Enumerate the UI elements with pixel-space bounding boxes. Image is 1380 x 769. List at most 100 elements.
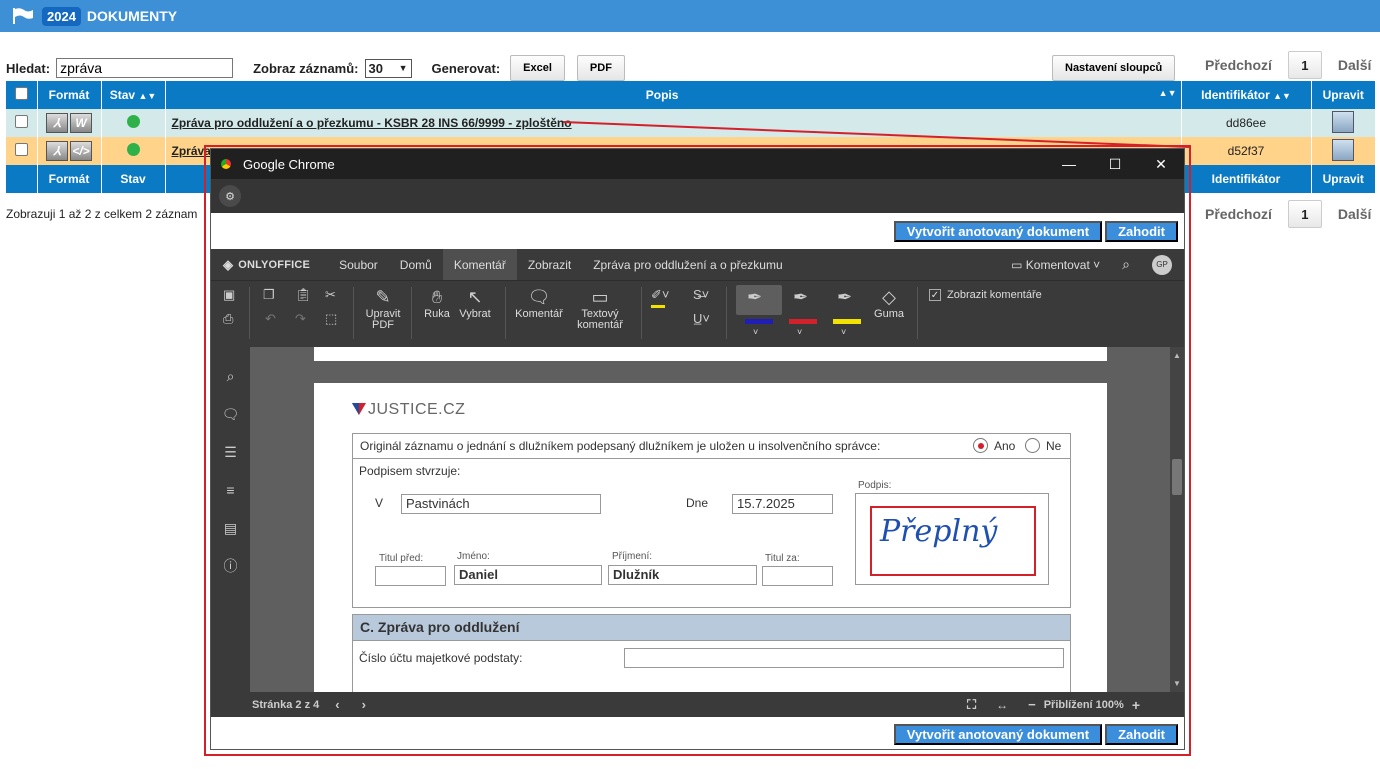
tab-comment[interactable]: Komentář [442, 249, 517, 280]
edit-pdf-button[interactable]: ✎ Upravit PDF [363, 285, 403, 331]
name-field[interactable]: Daniel [454, 565, 602, 585]
status-header[interactable]: Stav ▲▼ [101, 81, 166, 109]
pen-yellow-swatch [833, 319, 861, 324]
document-link[interactable]: Zpráva pro oddlužení a o přezkumu - KSBR… [165, 109, 1182, 137]
prev-page-icon[interactable]: ‹ [335, 697, 339, 712]
search-input[interactable] [56, 58, 234, 78]
radio-yes[interactable]: Ano [973, 438, 1015, 453]
redo-icon[interactable]: ↷ [295, 311, 306, 327]
tab-view[interactable]: Zobrazit [517, 249, 582, 280]
scroll-thumb[interactable] [1172, 459, 1182, 495]
format-cell: ⅄ W [37, 109, 102, 137]
format-header[interactable]: Formát [37, 81, 102, 109]
zoom-out-icon[interactable]: − [1028, 697, 1036, 712]
desc-header[interactable]: Popis ▲▼ [165, 81, 1182, 109]
radio-no[interactable]: Ne [1025, 438, 1061, 453]
next-page-button[interactable]: Další [1338, 206, 1371, 222]
pdf-icon[interactable]: ⅄ [46, 141, 68, 161]
chevron-down-icon[interactable]: ˅ [753, 327, 758, 338]
app-header: 2024 DOKUMENTY [0, 0, 1380, 32]
show-comments-toggle[interactable]: ✓ Zobrazit komentáře [929, 289, 1042, 301]
fit-width-icon[interactable]: ↔ [996, 698, 1008, 712]
title-after-field[interactable] [762, 566, 833, 586]
comment-mode-dropdown[interactable]: ▭ Komentovat ˅ [1011, 258, 1100, 272]
id-header[interactable]: Identifikátor ▲▼ [1181, 81, 1312, 109]
print-icon[interactable]: ⎙ [223, 311, 233, 327]
chevron-down-icon[interactable]: ˅ [841, 327, 846, 338]
row-checkbox[interactable] [14, 115, 28, 128]
search-icon[interactable]: ⌕ [211, 357, 250, 395]
xml-icon[interactable]: </> [70, 141, 92, 161]
eraser-button[interactable]: ◇ Guma [873, 285, 905, 320]
surname-field[interactable]: Dlužník [608, 565, 757, 585]
create-annotated-button[interactable]: Vytvořit anotovaný dokument [893, 220, 1103, 242]
page-number-button[interactable]: 1 [1287, 51, 1322, 79]
create-annotated-button[interactable]: Vytvořit anotovaný dokument [893, 723, 1103, 745]
hand-edit-icon[interactable] [1332, 138, 1355, 161]
highlight-icon[interactable]: ✐˅ [651, 287, 669, 303]
justice-brand: JUSTICE.CZ [368, 401, 466, 418]
excel-button[interactable]: Excel [510, 55, 565, 81]
pdf-button[interactable]: PDF [576, 55, 625, 81]
strikethrough-icon[interactable]: S̶˅ [693, 287, 709, 303]
page-size-select[interactable]: 30 ▼ [364, 58, 412, 78]
scroll-up-icon[interactable]: ▲ [1173, 351, 1181, 360]
title-before-field[interactable] [375, 566, 446, 586]
prev-page-button[interactable]: Předchozí [1205, 206, 1272, 222]
chat-icon[interactable]: ☰ [211, 433, 250, 471]
pen-yellow-button[interactable]: ✒ [837, 285, 852, 309]
save-icon[interactable]: ▣ [223, 287, 235, 303]
add-comment-button[interactable]: 🗨︎ Komentář [513, 285, 565, 320]
vertical-scrollbar[interactable]: ▲ ▼ [1170, 347, 1184, 692]
table-row[interactable]: ⅄ W Zpráva pro oddlužení a o přezkumu - K… [6, 109, 1375, 137]
hand-edit-icon[interactable] [1332, 110, 1355, 133]
search-icon[interactable]: ⌕ [1122, 256, 1130, 273]
discard-button[interactable]: Zahodit [1105, 723, 1178, 745]
avatar[interactable]: GP [1152, 254, 1172, 275]
zoom-in-icon[interactable]: + [1132, 697, 1140, 713]
pdf-icon[interactable]: ⅄ [46, 113, 68, 133]
word-icon[interactable]: W [70, 113, 92, 133]
chevron-down-icon[interactable]: ˅ [797, 327, 802, 338]
window-titlebar: Google Chrome — ☐ ✕ [211, 149, 1184, 179]
copy-icon[interactable]: ❐ [263, 287, 275, 303]
next-page-button[interactable]: Další [1338, 57, 1371, 73]
cut-icon[interactable]: ✂ [325, 287, 336, 303]
info-icon[interactable]: ⓘ [211, 547, 250, 585]
comments-icon[interactable]: 🗨︎ [211, 395, 250, 433]
column-settings-button[interactable]: Nastavení sloupců [1052, 55, 1176, 81]
underline-icon[interactable]: U̲˅ [693, 311, 710, 327]
tab-file[interactable]: Soubor [328, 249, 389, 280]
select-all-icon[interactable]: ⬚ [325, 311, 337, 327]
hand-tool-button[interactable]: ✋︎ Ruka [421, 285, 453, 320]
signature-ink: Přeplný [880, 514, 998, 549]
undo-icon[interactable]: ↶ [265, 311, 276, 327]
close-icon[interactable]: ✕ [1138, 156, 1184, 173]
outline-icon[interactable]: ≡ [211, 471, 250, 509]
account-field[interactable] [624, 648, 1064, 668]
discard-button[interactable]: Zahodit [1105, 220, 1178, 242]
page-number-button[interactable]: 1 [1287, 200, 1322, 228]
prev-page-button[interactable]: Předchozí [1205, 57, 1272, 73]
footer-cell [6, 165, 38, 193]
section-c-header: C. Zpráva pro oddlužení [352, 614, 1071, 641]
place-field[interactable]: Pastvinách [401, 494, 601, 514]
tab-home[interactable]: Domů [389, 249, 443, 280]
chrome-window: Google Chrome — ☐ ✕ ⚙ Vytvořit anotovaný… [210, 148, 1185, 750]
paste-icon[interactable]: 📋︎ [295, 287, 312, 303]
fit-page-icon[interactable]: ⛶ [967, 697, 976, 713]
pen-red-button[interactable]: ✒ [793, 285, 808, 309]
text-comment-button[interactable]: ▭ Textový komentář [571, 285, 629, 331]
minimize-icon[interactable]: — [1046, 156, 1092, 173]
select-tool-button[interactable]: ↖ Vybrat [457, 285, 493, 320]
select-all-checkbox[interactable] [14, 87, 28, 100]
site-settings-icon[interactable]: ⚙ [219, 185, 241, 207]
scroll-down-icon[interactable]: ▼ [1173, 679, 1181, 688]
pen-blue-button[interactable]: ✒ [747, 285, 762, 309]
date-field[interactable]: 15.7.2025 [732, 494, 833, 514]
row-checkbox[interactable] [14, 143, 28, 156]
thumbnails-icon[interactable]: ▤ [211, 509, 250, 547]
maximize-icon[interactable]: ☐ [1092, 156, 1138, 173]
text-box-icon: ▭ [591, 287, 609, 307]
next-page-icon[interactable]: › [362, 697, 366, 712]
